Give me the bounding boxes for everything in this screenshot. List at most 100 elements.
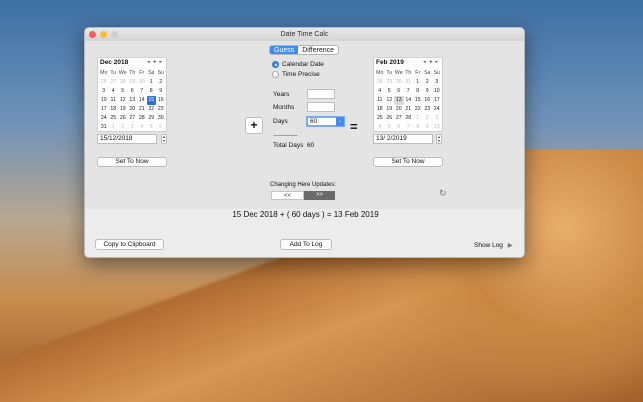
start-calendar-day-cell[interactable]: 29 xyxy=(147,114,157,123)
end-calendar-day-cell[interactable]: 3 xyxy=(432,78,442,87)
start-calendar-day-cell[interactable]: 12 xyxy=(118,96,128,105)
start-calendar-day-cell[interactable]: 4 xyxy=(109,87,119,96)
end-calendar-day-cell[interactable]: 22 xyxy=(413,105,423,114)
zoom-button[interactable] xyxy=(111,31,118,38)
start-calendar-day-cell[interactable]: 27 xyxy=(128,114,138,123)
start-calendar-day-cell[interactable]: 30 xyxy=(156,114,166,123)
end-calendar-day-cell[interactable]: 4 xyxy=(375,123,385,132)
end-calendar-day-cell[interactable]: 26 xyxy=(385,114,395,123)
end-calendar-day-cell[interactable]: 15 xyxy=(413,96,423,105)
end-date-field[interactable]: 13/ 2/2019 xyxy=(373,134,433,144)
start-calendar-day-cell[interactable]: 2 xyxy=(156,78,166,87)
end-set-now-button[interactable]: Set To Now xyxy=(373,157,443,167)
end-calendar-day-cell[interactable]: 11 xyxy=(375,96,385,105)
start-calendar-day-cell[interactable]: 30 xyxy=(137,78,147,87)
start-calendar-day-cell[interactable]: 7 xyxy=(137,87,147,96)
start-calendar-day-cell[interactable]: 14 xyxy=(137,96,147,105)
start-calendar-day-cell[interactable]: 25 xyxy=(109,114,119,123)
end-calendar-day-cell[interactable]: 13 xyxy=(394,96,404,105)
copy-to-clipboard-button[interactable]: Copy to Clipboard xyxy=(95,239,164,250)
end-calendar-day-cell[interactable]: 1 xyxy=(413,78,423,87)
end-calendar-day-cell[interactable]: 16 xyxy=(423,96,433,105)
start-calendar-grid[interactable]: Mo Tu We Th Fr Sa Su 26 27 28 29 30 1 2 3 4 5 6 7 8 9 10 11 12 1… xyxy=(99,69,166,132)
close-button[interactable] xyxy=(89,31,96,38)
start-calendar-day-cell[interactable]: 20 xyxy=(128,105,138,114)
end-calendar-day-cell[interactable]: 6 xyxy=(394,123,404,132)
start-calendar-day-cell[interactable]: 22 xyxy=(147,105,157,114)
start-calendar-day-cell[interactable]: 23 xyxy=(156,105,166,114)
start-calendar-day-cell[interactable]: 3 xyxy=(99,87,109,96)
start-calendar-day-cell[interactable]: 11 xyxy=(109,96,119,105)
tab-difference[interactable]: Difference xyxy=(298,46,338,54)
end-calendar-day-cell[interactable]: 19 xyxy=(385,105,395,114)
start-calendar-day-cell[interactable]: 10 xyxy=(99,96,109,105)
start-calendar-day-cell[interactable]: 26 xyxy=(99,78,109,87)
start-calendar-day-cell[interactable]: 19 xyxy=(118,105,128,114)
minimize-button[interactable] xyxy=(100,31,107,38)
end-calendar-day-cell[interactable]: 9 xyxy=(423,87,433,96)
end-date-stepper[interactable]: ▲ ▼ xyxy=(436,134,442,144)
end-calendar[interactable]: Feb 2019 ◂ ● ▸ Mo Tu We Th Fr Sa Su 28 29 30 31 1 2 3… xyxy=(373,57,443,132)
end-calendar-day-cell[interactable]: 25 xyxy=(375,114,385,123)
end-calendar-day-cell[interactable]: 5 xyxy=(385,123,395,132)
start-calendar-day-cell[interactable]: 15 xyxy=(146,96,156,105)
end-calendar-day-cell[interactable]: 18 xyxy=(375,105,385,114)
start-calendar-day-cell[interactable]: 6 xyxy=(156,123,166,132)
end-calendar-day-cell[interactable]: 6 xyxy=(394,87,404,96)
start-calendar-day-cell[interactable]: 4 xyxy=(137,123,147,132)
start-date-stepper[interactable]: ▲ ▼ xyxy=(161,134,167,144)
start-calendar-day-cell[interactable]: 31 xyxy=(99,123,109,132)
start-calendar-day-cell[interactable]: 16 xyxy=(156,96,166,105)
start-calendar-day-cell[interactable]: 6 xyxy=(128,87,138,96)
start-calendar-day-cell[interactable]: 28 xyxy=(137,114,147,123)
start-calendar-day-cell[interactable]: 21 xyxy=(137,105,147,114)
end-calendar-day-cell[interactable]: 27 xyxy=(394,114,404,123)
start-calendar-day-cell[interactable]: 29 xyxy=(128,78,138,87)
end-calendar-day-cell[interactable]: 17 xyxy=(432,96,442,105)
start-calendar-day-cell[interactable]: 1 xyxy=(109,123,119,132)
start-calendar-day-cell[interactable]: 8 xyxy=(147,87,157,96)
start-calendar-day-cell[interactable]: 3 xyxy=(128,123,138,132)
end-calendar-day-cell[interactable]: 21 xyxy=(404,105,414,114)
end-calendar-day-cell[interactable]: 2 xyxy=(423,114,433,123)
chevron-down-icon[interactable]: ⌄ xyxy=(336,117,344,126)
start-set-now-button[interactable]: Set To Now xyxy=(97,157,167,167)
time-precise-radio[interactable] xyxy=(272,71,279,78)
end-calendar-day-cell[interactable]: 7 xyxy=(404,123,414,132)
years-input[interactable] xyxy=(307,89,335,99)
end-calendar-day-cell[interactable]: 28 xyxy=(404,114,414,123)
calendar-date-radio[interactable] xyxy=(272,61,279,68)
end-calendar-day-cell[interactable]: 4 xyxy=(375,87,385,96)
end-calendar-day-cell[interactable]: 12 xyxy=(385,96,395,105)
start-calendar-day-cell[interactable]: 18 xyxy=(109,105,119,114)
update-left-button[interactable]: << xyxy=(271,191,304,200)
end-calendar-day-cell[interactable]: 14 xyxy=(404,96,414,105)
end-calendar-grid[interactable]: Mo Tu We Th Fr Sa Su 28 29 30 31 1 2 3 4 5 6 7 8 9 10 11 12 13 1… xyxy=(375,69,442,132)
end-calendar-day-cell[interactable]: 8 xyxy=(413,123,423,132)
end-calendar-day-cell[interactable]: 10 xyxy=(432,123,442,132)
operator-button[interactable]: + xyxy=(245,117,263,134)
start-calendar-day-cell[interactable]: 2 xyxy=(118,123,128,132)
start-calendar-day-cell[interactable]: 1 xyxy=(147,78,157,87)
end-calendar-day-cell[interactable]: 5 xyxy=(385,87,395,96)
end-calendar-day-cell[interactable]: 10 xyxy=(432,87,442,96)
refresh-icon[interactable]: ↻ xyxy=(439,188,447,199)
start-calendar-day-cell[interactable]: 24 xyxy=(99,114,109,123)
start-date-field[interactable]: 15/12/2018 xyxy=(97,134,157,144)
end-calendar-nav[interactable]: ◂ ● ▸ xyxy=(423,59,439,65)
days-combo[interactable]: 60 ⌄ xyxy=(306,116,345,127)
end-calendar-day-cell[interactable]: 8 xyxy=(413,87,423,96)
months-input[interactable] xyxy=(307,102,335,112)
show-log-toggle[interactable]: Show Log ▶ xyxy=(474,241,513,249)
start-calendar-day-cell[interactable]: 17 xyxy=(99,105,109,114)
end-calendar-day-cell[interactable]: 1 xyxy=(413,114,423,123)
end-calendar-day-cell[interactable]: 7 xyxy=(404,87,414,96)
end-calendar-day-cell[interactable]: 2 xyxy=(423,78,433,87)
start-calendar-day-cell[interactable]: 5 xyxy=(147,123,157,132)
end-calendar-day-cell[interactable]: 30 xyxy=(394,78,404,87)
tab-guess[interactable]: Guess xyxy=(270,46,299,54)
end-calendar-day-cell[interactable]: 28 xyxy=(375,78,385,87)
end-calendar-day-cell[interactable]: 24 xyxy=(432,105,442,114)
end-calendar-day-cell[interactable]: 9 xyxy=(423,123,433,132)
start-calendar-day-cell[interactable]: 27 xyxy=(109,78,119,87)
